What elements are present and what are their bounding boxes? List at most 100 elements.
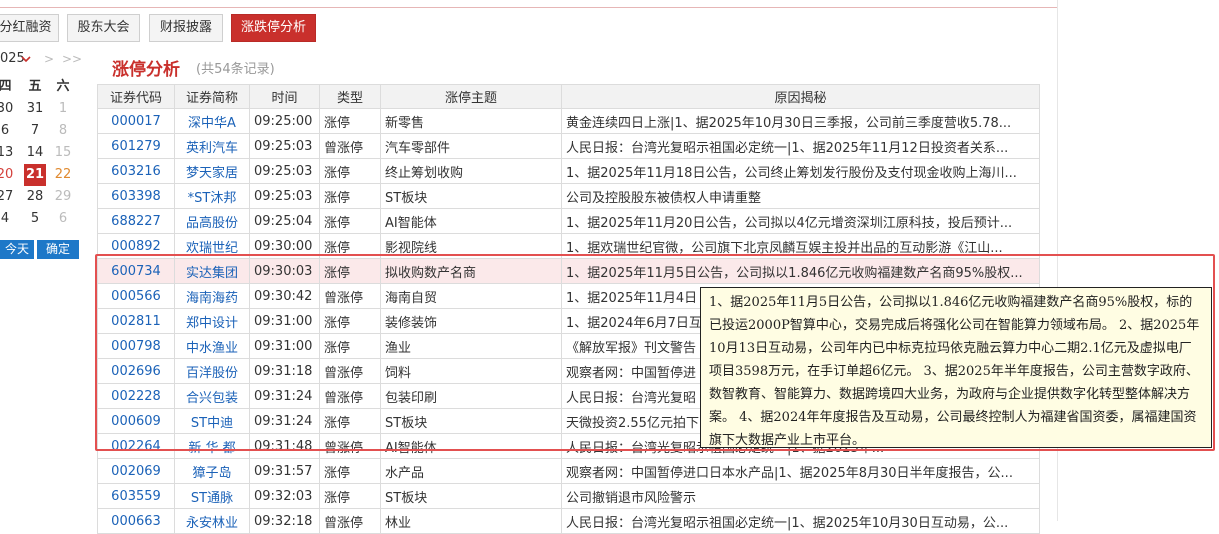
calendar-day[interactable]: 28 [24,186,46,208]
stock-name-link[interactable]: 欢瑞世纪 [174,233,250,259]
stock-name-link[interactable]: 深中华A [174,108,250,134]
chevron-down-icon[interactable] [20,53,32,65]
time-cell: 09:31:48 [249,433,320,459]
calendar-day[interactable]: 1 [52,98,74,120]
stock-name-link[interactable]: 郑中设计 [174,308,250,334]
stock-code-link[interactable]: 002696 [97,358,175,384]
calendar-day[interactable]: 6 [52,208,74,230]
reason-cell[interactable]: 人民日报：台湾光复昭示祖国必定统一|1、据2025年10月30日互动易，公... [561,508,1040,534]
theme-cell: ST板块 [380,483,562,509]
column-header-time[interactable]: 时间 [249,84,320,109]
time-cell: 09:32:18 [249,508,320,534]
stock-code-link[interactable]: 002069 [97,458,175,484]
stock-code-link[interactable]: 000663 [97,508,175,534]
calendar-day[interactable]: 27 [0,186,16,208]
reason-cell[interactable]: 观察者网：中国暂停进口日本水产品|1、据2025年8月30日半年度报告，公... [561,458,1040,484]
stock-code-link[interactable]: 000566 [97,283,175,309]
stock-name-link[interactable]: 百洋股份 [174,358,250,384]
tab-shareholder-meeting[interactable]: 股东大会 [67,14,140,42]
stock-name-link[interactable]: *ST沐邦 [174,183,250,209]
stock-code-link[interactable]: 601279 [97,133,175,159]
table-row[interactable]: 603216 梦天家居 09:25:03 涨停 终止筹划收购 1、据2025年11月18日… [97,158,1040,184]
stock-name-link[interactable]: 中水渔业 [174,333,250,359]
calendar-day[interactable]: 5 [24,208,46,230]
table-row[interactable]: 688227 品高股份 09:25:04 涨停 AI智能体 1、据2025年11月20日公… [97,208,1040,234]
page-title: 涨停分析 [112,60,180,80]
stock-code-link[interactable]: 603216 [97,158,175,184]
reason-cell[interactable]: 黄金连续四日上涨|1、据2025年10月30日三季报，公司前三季度营收5.78.… [561,108,1040,134]
theme-cell: AI智能体 [380,208,562,234]
calendar-day[interactable]: 8 [52,120,74,142]
tab-limit-analysis[interactable]: 涨跌停分析 [231,14,316,42]
stock-name-link[interactable]: 梦天家居 [174,158,250,184]
table-row[interactable]: 002069 獐子岛 09:31:57 涨停 水产品 观察者网：中国暂停进口日本水产品|1… [97,458,1040,484]
stock-name-link[interactable]: 英利汽车 [174,133,250,159]
column-header-name[interactable]: 证券简称 [174,84,250,109]
column-header-reason[interactable]: 原因揭秘 [561,84,1040,109]
calendar-day[interactable]: 29 [52,186,74,208]
reason-cell[interactable]: 公司及控股股东被债权人申请重整 [561,183,1040,209]
stock-code-link[interactable]: 603559 [97,483,175,509]
column-header-code[interactable]: 证券代码 [97,84,175,109]
type-cell: 涨停 [319,108,381,134]
calendar-day[interactable]: 21 [24,164,46,186]
stock-name-link[interactable]: 品高股份 [174,208,250,234]
stock-code-link[interactable]: 000892 [97,233,175,259]
theme-cell: 饲料 [380,358,562,384]
table-row[interactable]: 600734 实达集团 09:30:03 涨停 拟收购数产名商 1、据2025年11月5日… [97,258,1040,284]
stock-name-link[interactable]: 獐子岛 [174,458,250,484]
calendar-day[interactable]: 4 [0,208,16,230]
stock-code-link[interactable]: 002811 [97,308,175,334]
calendar-day[interactable]: 6 [0,120,16,142]
reason-tooltip: 1、据2025年11月5日公告，公司拟以1.846亿元收购福建数产名商95%股权… [700,287,1212,448]
stock-name-link[interactable]: 海南海药 [174,283,250,309]
stock-code-link[interactable]: 000609 [97,408,175,434]
stock-code-link[interactable]: 688227 [97,208,175,234]
calendar-day[interactable]: 31 [24,98,46,120]
table-row[interactable]: 603559 ST通脉 09:32:03 涨停 ST板块 公司撤销退市风险警示 [97,483,1040,509]
tab-earnings-disclosure[interactable]: 财报披露 [149,14,223,42]
tab-dividend-financing[interactable]: 分红融资 [0,14,59,42]
stock-code-link[interactable]: 600734 [97,258,175,284]
reason-cell[interactable]: 1、据2025年11月20日公告，公司拟以4亿元增资深圳江原科技，投后预计... [561,208,1040,234]
time-cell: 09:25:04 [249,208,320,234]
calendar-day[interactable]: 22 [52,164,74,186]
stock-name-link[interactable]: 新 华 都 [174,433,250,459]
stock-name-link[interactable]: 永安林业 [174,508,250,534]
table-row[interactable]: 601279 英利汽车 09:25:03 曾涨停 汽车零部件 人民日报：台湾光复昭示祖国必… [97,133,1040,159]
column-header-type[interactable]: 类型 [319,84,381,109]
prev-month-button[interactable]: > [44,48,54,70]
calendar-day[interactable]: 14 [24,142,46,164]
reason-cell[interactable]: 人民日报：台湾光复昭示祖国必定统一|1、据2025年11月12日投资者关系... [561,133,1040,159]
stock-name-link[interactable]: ST中迪 [174,408,250,434]
reason-cell[interactable]: 1、据欢瑞世纪官微，公司旗下北京凤麟互娱主投并出品的互动影游《江山... [561,233,1040,259]
column-header-theme[interactable]: 涨停主题 [380,84,562,109]
calendar-day[interactable]: 13 [0,142,16,164]
time-cell: 09:25:03 [249,158,320,184]
confirm-button[interactable]: 确定 [37,240,79,259]
stock-name-link[interactable]: 合兴包装 [174,383,250,409]
stock-name-link[interactable]: ST通脉 [174,483,250,509]
stock-code-link[interactable]: 002228 [97,383,175,409]
stock-code-link[interactable]: 000017 [97,108,175,134]
reason-cell[interactable]: 公司撤销退市风险警示 [561,483,1040,509]
today-button[interactable]: 今天 [0,240,34,259]
reason-cell[interactable]: 1、据2025年11月18日公告，公司终止筹划发行股份及支付现金收购上海川... [561,158,1040,184]
reason-cell[interactable]: 1、据2025年11月5日公告，公司拟以1.846亿元收购福建数产名商95%股权… [561,258,1040,284]
calendar-day[interactable]: 30 [0,98,16,120]
calendar-day[interactable]: 7 [24,120,46,142]
table-header-row: 证券代码 证券简称 时间 类型 涨停主题 原因揭秘 [97,84,1040,109]
table-row[interactable]: 000892 欢瑞世纪 09:30:00 涨停 影视院线 1、据欢瑞世纪官微，公司旗下北京… [97,233,1040,259]
weekday-header: 四 [0,79,12,94]
table-row[interactable]: 603398 *ST沐邦 09:25:03 涨停 ST板块 公司及控股股东被债权人申请重整 [97,183,1040,209]
calendar-day[interactable]: 15 [52,142,74,164]
stock-code-link[interactable]: 000798 [97,333,175,359]
stock-name-link[interactable]: 实达集团 [174,258,250,284]
table-row[interactable]: 000017 深中华A 09:25:00 涨停 新零售 黄金连续四日上涨|1、据2025年… [97,108,1040,134]
stock-code-link[interactable]: 603398 [97,183,175,209]
calendar-day[interactable]: 20 [0,164,16,186]
stock-code-link[interactable]: 002264 [97,433,175,459]
theme-cell: 汽车零部件 [380,133,562,159]
next-month-button[interactable]: >> [62,48,82,70]
table-row[interactable]: 000663 永安林业 09:32:18 曾涨停 林业 人民日报：台湾光复昭示祖国必定统一… [97,508,1040,534]
